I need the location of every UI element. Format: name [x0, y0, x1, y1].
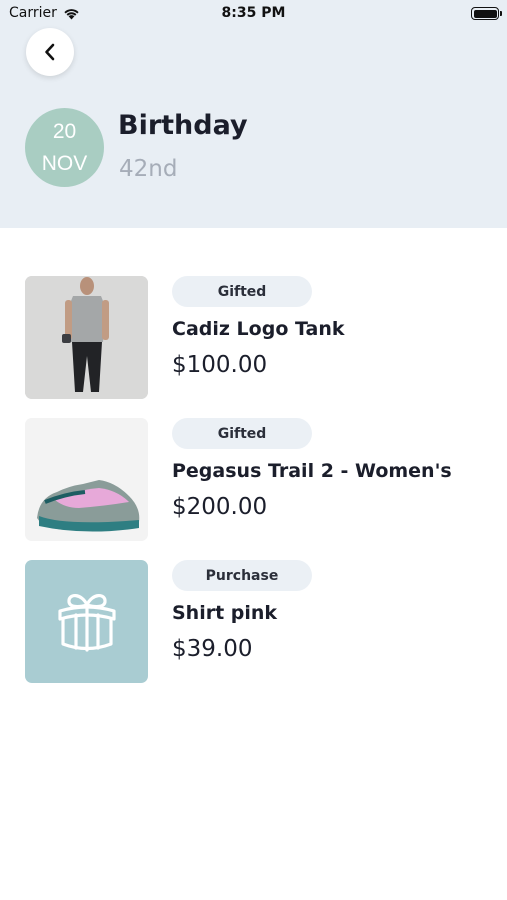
gift-name: Pegasus Trail 2 - Women's: [172, 460, 452, 482]
gift-box-icon: [57, 593, 116, 652]
back-button[interactable]: [26, 28, 74, 76]
running-shoe-photo: [25, 418, 148, 541]
date-month: NOV: [41, 151, 88, 175]
gift-name: Shirt pink: [172, 602, 278, 624]
status-badge: Gifted: [172, 418, 312, 449]
event-header: Carrier 8:35 PM 20 NOV Birthday 42nd: [0, 0, 507, 228]
status-badge: Gifted: [172, 276, 312, 307]
gift-price: $200.00: [172, 494, 268, 520]
list-item[interactable]: Gifted Pegasus Trail 2 - Women's $200.00: [25, 418, 485, 541]
status-bar: Carrier 8:35 PM: [0, 0, 507, 28]
gift-price: $39.00: [172, 636, 253, 662]
gift-name: Cadiz Logo Tank: [172, 318, 345, 340]
event-title: Birthday: [118, 110, 248, 141]
gift-thumbnail: [25, 418, 148, 541]
battery-icon: [471, 7, 502, 20]
gift-thumbnail: [25, 276, 148, 399]
event-subtitle: 42nd: [119, 156, 178, 182]
chevron-left-icon: [45, 43, 55, 61]
gift-price: $100.00: [172, 352, 268, 378]
date-day: 20: [52, 119, 77, 143]
status-badge: Purchase: [172, 560, 312, 591]
date-badge: 20 NOV: [25, 108, 104, 187]
tank-top-photo: [25, 276, 148, 399]
list-item[interactable]: Purchase Shirt pink $39.00: [25, 560, 485, 683]
list-item[interactable]: Gifted Cadiz Logo Tank $100.00: [25, 276, 485, 399]
gift-thumbnail: [25, 560, 148, 683]
status-time: 8:35 PM: [221, 5, 286, 21]
